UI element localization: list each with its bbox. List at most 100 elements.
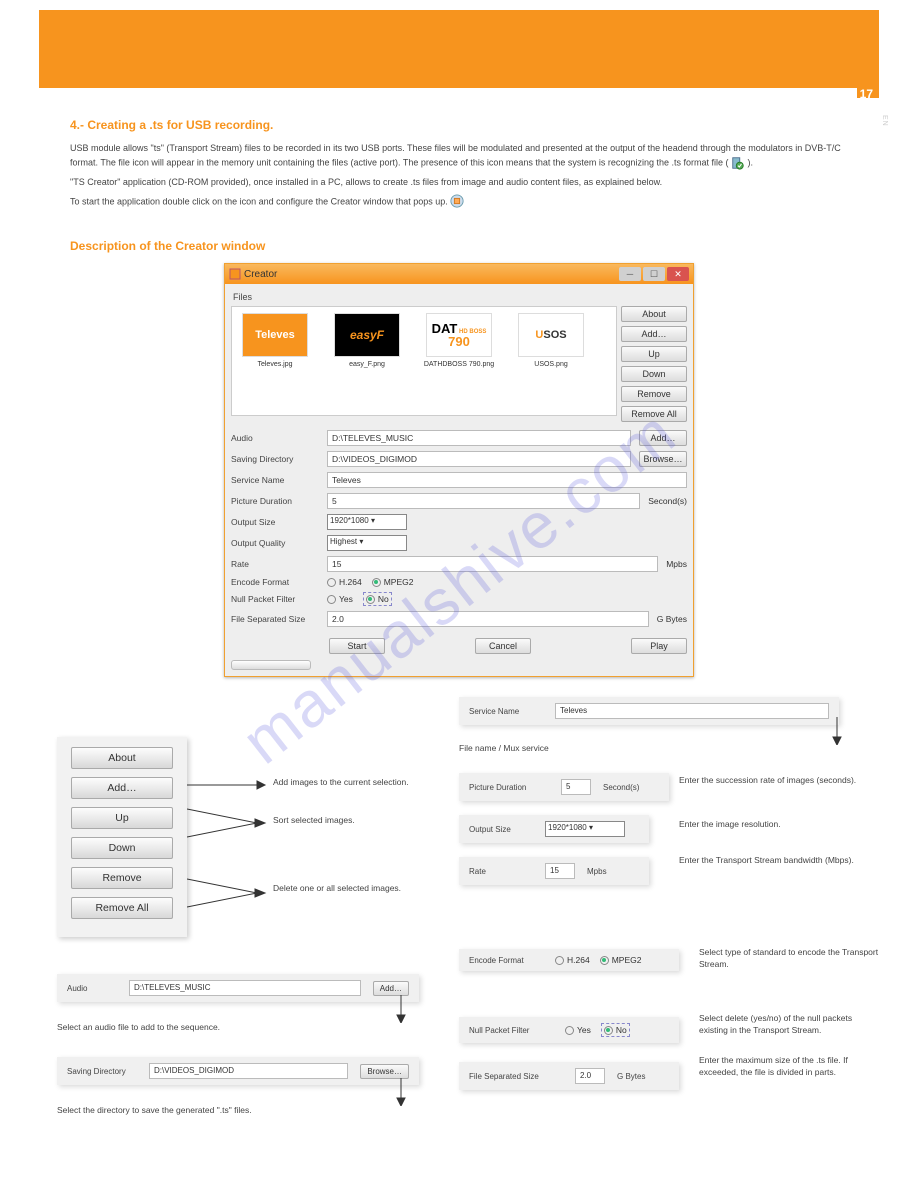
start-button[interactable]: Start bbox=[329, 638, 385, 654]
strip-audio: Audio D:\TELEVES_MUSIC Add… bbox=[57, 974, 419, 1002]
strip-saving-input[interactable]: D:\VIDEOS_DIGIMOD bbox=[149, 1063, 348, 1079]
strip-picdur: Picture Duration 5 Second(s) bbox=[459, 773, 669, 801]
intro-text-3: To start the application double click on… bbox=[70, 196, 448, 206]
strip-fss-input[interactable]: 2.0 bbox=[575, 1068, 605, 1084]
strip-picdur-unit: Second(s) bbox=[603, 783, 639, 792]
service-input[interactable]: Televes bbox=[327, 472, 687, 488]
close-button[interactable]: ✕ bbox=[667, 267, 689, 281]
picdur-label: Picture Duration bbox=[231, 496, 319, 506]
panel-remove-button[interactable]: Remove bbox=[71, 867, 173, 889]
intro-paragraph-2: "TS Creator" application (CD-ROM provide… bbox=[70, 176, 848, 190]
callout-npf: Select delete (yes/no) of the null packe… bbox=[699, 1013, 879, 1037]
cancel-button[interactable]: Cancel bbox=[475, 638, 531, 654]
picdur-input[interactable]: 5 bbox=[327, 493, 640, 509]
thumbnail-easyf[interactable]: easyF easy_F.png bbox=[330, 313, 404, 368]
strip-enc-mpeg2[interactable]: MPEG2 bbox=[600, 955, 642, 965]
outqual-label: Output Quality bbox=[231, 538, 319, 548]
fss-input[interactable]: 2.0 bbox=[327, 611, 649, 627]
panel-add-button[interactable]: Add… bbox=[71, 777, 173, 799]
strip-picdur-input[interactable]: 5 bbox=[561, 779, 591, 795]
fss-label: File Separated Size bbox=[231, 614, 319, 624]
arrow-updown bbox=[187, 797, 267, 847]
down-button[interactable]: Down bbox=[621, 366, 687, 382]
strip-outsize: Output Size 1920*1080 ▾ bbox=[459, 815, 649, 843]
panel-about-button[interactable]: About bbox=[71, 747, 173, 769]
thumbnail-dat[interactable]: DAT HD BOSS790 DATHDBOSS 790.png bbox=[422, 313, 496, 368]
strip-rate-input[interactable]: 15 bbox=[545, 863, 575, 879]
enc-h264-option[interactable]: H.264 bbox=[327, 577, 362, 587]
intro-paragraph-3: To start the application double click on… bbox=[70, 195, 848, 209]
strip-enc: Encode Format H.264 MPEG2 bbox=[459, 949, 679, 971]
outsize-select[interactable]: 1920*1080 ▾ bbox=[327, 514, 407, 530]
npf-no-option[interactable]: No bbox=[363, 592, 392, 606]
strip-saving-browse[interactable]: Browse… bbox=[360, 1064, 409, 1079]
header-notch: 17 bbox=[857, 78, 879, 98]
arrow-service bbox=[831, 717, 843, 745]
strip-service-label: Service Name bbox=[469, 707, 543, 716]
strip-enc-mpeg2-label: MPEG2 bbox=[612, 955, 642, 965]
panel-up-button[interactable]: Up bbox=[71, 807, 173, 829]
strip-outsize-label: Output Size bbox=[469, 825, 533, 834]
files-thumbnails[interactable]: Televes Televes.jpg easyF easy_F.png DAT… bbox=[231, 306, 617, 416]
strip-outsize-value: 1920*1080 bbox=[548, 823, 587, 832]
callout-picdur: Enter the succession rate of images (sec… bbox=[679, 775, 869, 787]
maximize-button[interactable]: ☐ bbox=[643, 267, 665, 281]
panel-down-button[interactable]: Down bbox=[71, 837, 173, 859]
horizontal-scrollbar[interactable] bbox=[231, 660, 311, 670]
window-icon bbox=[229, 268, 241, 280]
remove-all-button[interactable]: Remove All bbox=[621, 406, 687, 422]
televes-logo: Televes bbox=[242, 313, 308, 357]
caption-easyf: easy_F.png bbox=[330, 361, 404, 368]
npf-yes-label: Yes bbox=[339, 594, 353, 604]
npf-label: Null Packet Filter bbox=[231, 594, 319, 604]
outqual-select[interactable]: Highest ▾ bbox=[327, 535, 407, 551]
strip-rate-unit: Mpbs bbox=[587, 867, 607, 876]
remove-button[interactable]: Remove bbox=[621, 386, 687, 402]
thumbnail-usos[interactable]: USOS USOS.png bbox=[514, 313, 588, 368]
add-button[interactable]: Add… bbox=[621, 326, 687, 342]
intro-paragraph-1: USB module allows "ts" (Transport Stream… bbox=[70, 142, 848, 170]
strip-audio-input[interactable]: D:\TELEVES_MUSIC bbox=[129, 980, 361, 996]
play-button[interactable]: Play bbox=[631, 638, 687, 654]
saving-browse-button[interactable]: Browse… bbox=[639, 451, 687, 467]
about-button[interactable]: About bbox=[621, 306, 687, 322]
callout-audio: Select an audio file to add to the seque… bbox=[57, 1022, 417, 1034]
intro-text-1a: USB module allows "ts" (Transport Stream… bbox=[70, 143, 841, 167]
npf-yes-option[interactable]: Yes bbox=[327, 594, 353, 604]
files-label: Files bbox=[231, 290, 617, 306]
strip-npf-yes[interactable]: Yes bbox=[565, 1025, 591, 1035]
strip-service-input[interactable]: Televes bbox=[555, 703, 829, 719]
thumbnail-televes[interactable]: Televes Televes.jpg bbox=[238, 313, 312, 368]
audio-input[interactable]: D:\TELEVES_MUSIC bbox=[327, 430, 631, 446]
audio-add-button[interactable]: Add… bbox=[639, 430, 687, 446]
rate-input[interactable]: 15 bbox=[327, 556, 658, 572]
caption-televes: Televes.jpg bbox=[238, 361, 312, 368]
rate-label: Rate bbox=[231, 559, 319, 569]
strip-audio-add[interactable]: Add… bbox=[373, 981, 409, 996]
buttons-panel: About Add… Up Down Remove Remove All bbox=[57, 737, 187, 937]
arrow-audio bbox=[395, 995, 407, 1023]
picdur-unit: Second(s) bbox=[648, 496, 687, 506]
section-title-description: Description of the Creator window bbox=[70, 239, 918, 253]
arrow-saving bbox=[395, 1078, 407, 1106]
strip-outsize-select[interactable]: 1920*1080 ▾ bbox=[545, 821, 625, 837]
section-title-creating: 4.- Creating a .ts for USB recording. bbox=[70, 118, 918, 132]
strip-saving: Saving Directory D:\VIDEOS_DIGIMOD Brows… bbox=[57, 1057, 419, 1085]
minimize-button[interactable]: ─ bbox=[619, 267, 641, 281]
outsize-label: Output Size bbox=[231, 517, 319, 527]
strip-fss: File Separated Size 2.0 G Bytes bbox=[459, 1062, 679, 1090]
up-button[interactable]: Up bbox=[621, 346, 687, 362]
intro-text-1b: ). bbox=[748, 157, 754, 167]
strip-enc-h264[interactable]: H.264 bbox=[555, 955, 590, 965]
callout-updown: Sort selected images. bbox=[273, 815, 443, 827]
strip-audio-label: Audio bbox=[67, 984, 117, 993]
callout-service: File name / Mux service bbox=[459, 743, 819, 755]
panel-remove-all-button[interactable]: Remove All bbox=[71, 897, 173, 919]
enc-mpeg2-option[interactable]: MPEG2 bbox=[372, 577, 414, 587]
arrow-add bbox=[187, 775, 267, 795]
strip-rate-label: Rate bbox=[469, 867, 533, 876]
ts-file-icon bbox=[731, 156, 745, 170]
header-bar: 17 bbox=[39, 10, 879, 88]
strip-npf-no[interactable]: No bbox=[601, 1023, 630, 1037]
saving-input[interactable]: D:\VIDEOS_DIGIMOD bbox=[327, 451, 631, 467]
